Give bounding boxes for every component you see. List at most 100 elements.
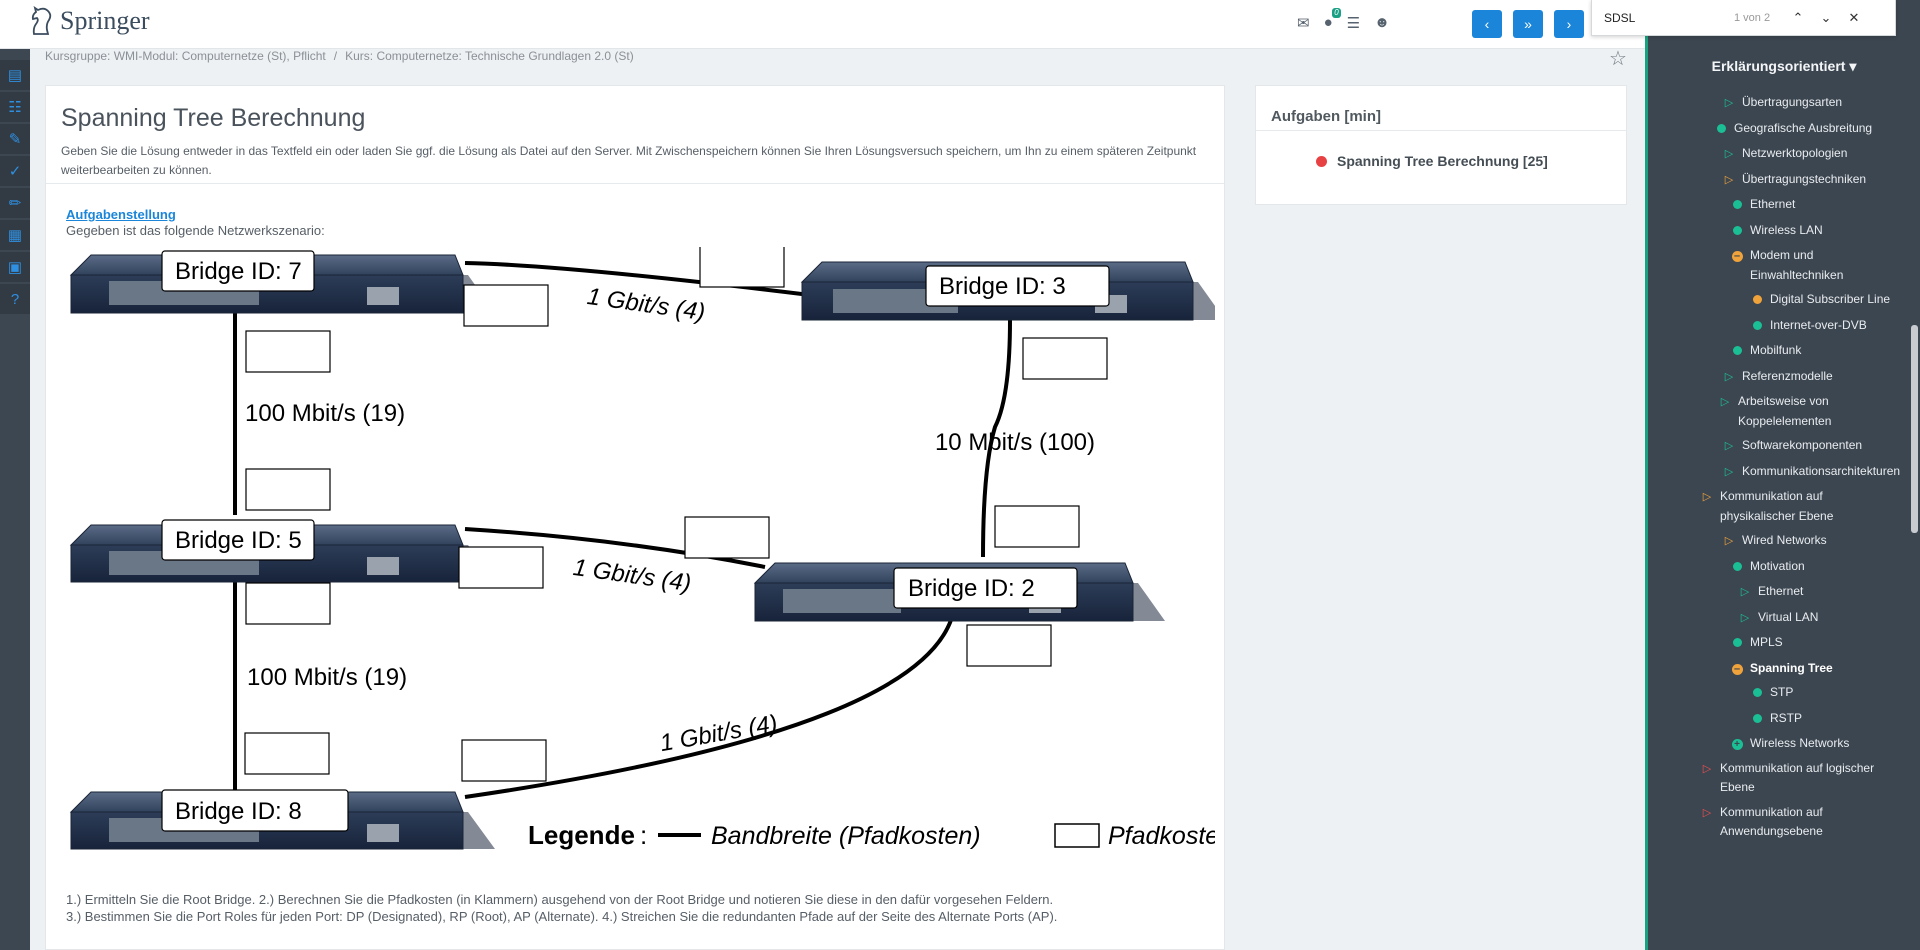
instruction-line: 1.) Ermitteln Sie die Root Bridge. 2.) B… (66, 892, 1054, 907)
sidebar-item[interactable]: – Modem und Einwahltechniken (1648, 241, 1920, 285)
path-cost-field[interactable] (244, 732, 330, 775)
sidebar-item[interactable]: RSTP (1648, 704, 1920, 730)
notifications-icon[interactable]: ● 0 (1324, 8, 1341, 32)
jump-down-button[interactable]: » (1513, 10, 1543, 38)
book-icon[interactable]: ▣ (0, 252, 30, 282)
previous-button[interactable]: ‹ (1472, 10, 1502, 38)
mail-icon[interactable]: ✉ (1297, 14, 1310, 32)
switch-bridge-2: Bridge ID: 2 (753, 562, 1165, 622)
sidebar-item[interactable]: ▷ Referenzmodelle (1648, 362, 1920, 388)
path-cost-field[interactable] (463, 284, 549, 327)
breadcrumb-course[interactable]: Kurs: Computernetze: Technische Grundlag… (345, 49, 634, 63)
sidebar-item-label: Netzwerktopologien (1742, 146, 1848, 160)
path-cost-field[interactable] (699, 247, 785, 288)
sidebar-item[interactable]: ▷ Ethernet (1648, 577, 1920, 603)
sidebar-item[interactable]: ▷ Virtual LAN (1648, 603, 1920, 629)
sidebar-item[interactable]: Geografische Ausbreitung (1648, 114, 1920, 140)
bridge-label: Bridge ID: 3 (939, 273, 1066, 300)
sidebar-item[interactable]: Mobilfunk (1648, 336, 1920, 362)
clipboard-check-icon[interactable]: ✓ (0, 156, 30, 186)
bridge-label: Bridge ID: 5 (175, 527, 302, 554)
dot-icon (1750, 290, 1764, 311)
sidebar-scrollbar[interactable] (1911, 325, 1918, 533)
find-count: 1 von 2 (1734, 11, 1771, 24)
find-input[interactable] (1604, 10, 1734, 25)
path-cost-field[interactable] (245, 330, 331, 373)
play-icon: ▷ (1740, 611, 1750, 624)
legend-colon: : (640, 820, 647, 850)
help-icon[interactable]: ? (0, 284, 30, 314)
play-icon: ▷ (1724, 440, 1734, 452)
path-cost-field[interactable] (684, 516, 770, 559)
switch-bridge-7: Bridge ID: 7 (69, 250, 495, 314)
play-icon: ▷ (1702, 762, 1712, 775)
sidebar-item[interactable]: ▷ Netzwerktopologien (1648, 139, 1920, 165)
path-cost-field[interactable] (245, 468, 331, 511)
plus-icon: + (1730, 734, 1744, 754)
path-cost-field[interactable] (245, 582, 331, 625)
dot-icon (1730, 221, 1744, 242)
list-icon[interactable]: ☰ (1347, 14, 1360, 32)
sidebar-tree: ▷ Übertragungsarten Geografische Ausbreitu… (1648, 88, 1920, 842)
sidebar-view-dropdown[interactable]: Erklärungsorientiert ▾ (1648, 58, 1920, 75)
find-close-icon[interactable]: ✕ (1840, 10, 1868, 26)
link-label: 100 Mbit/s (19) (247, 664, 407, 691)
legend: Legende : Bandbreite (Pfadkosten) Pfadko… (528, 820, 1215, 850)
sidebar-item[interactable]: + Wireless Networks (1648, 729, 1920, 754)
find-next-icon[interactable]: ⌄ (1812, 10, 1840, 26)
sidebar-item[interactable]: ▷ Arbeitsweise von Koppelelementen (1648, 387, 1920, 431)
sidebar-item[interactable]: ▷ Übertragungstechniken (1648, 165, 1920, 191)
sidebar-item[interactable]: ▷ Kommunikation auf Anwendungsebene (1648, 798, 1920, 842)
star-icon[interactable]: ☆ (1609, 46, 1627, 71)
sidebar-item[interactable]: ▷ Kommunikation auf logischer Ebene (1648, 754, 1920, 798)
network-diagram: Bridge ID: 7 Bridge ID: 3 Bridge ID: 5 B… (69, 247, 1215, 850)
sidebar-item[interactable]: ▷ Kommunikationsarchitekturen (1648, 457, 1920, 483)
document-icon[interactable]: ▤ (0, 60, 30, 90)
dot-icon (1730, 341, 1744, 362)
sidebar-item[interactable]: ▷ Wired Networks (1648, 526, 1920, 552)
dot-icon (1750, 683, 1764, 704)
divider (1256, 130, 1626, 131)
dot-icon (1730, 557, 1744, 578)
sidebar-item-label: Mobilfunk (1750, 343, 1802, 357)
sidebar-item-label: Wireless LAN (1750, 222, 1823, 237)
find-previous-icon[interactable]: ⌃ (1784, 10, 1812, 26)
play-icon: ▷ (1724, 370, 1734, 383)
sidebar-item[interactable]: MPLS (1648, 628, 1920, 654)
dot-icon (1730, 195, 1744, 216)
sidebar-item[interactable]: Ethernet (1648, 190, 1920, 216)
link-label: 1 Gbit/s (4) (571, 554, 692, 597)
sidebar-item[interactable]: ▷ Softwarekomponenten (1648, 431, 1920, 457)
task-card: Spanning Tree Berechnung Geben Sie die L… (45, 85, 1225, 950)
top-icons: ✉ ● 0 ☰ ☻ (1297, 8, 1390, 32)
path-cost-field[interactable] (1022, 337, 1108, 380)
play-icon: ▷ (1724, 535, 1734, 547)
pencil-icon[interactable]: ✏ (0, 188, 30, 218)
breadcrumb-group[interactable]: Kursgruppe: WMI-Modul: Computernetze (St… (45, 49, 326, 63)
edit-document-icon[interactable]: ✎ (0, 124, 30, 154)
sidebar-item[interactable]: ▷ Kommunikation auf physikalischer Ebene (1648, 482, 1920, 526)
sidebar-item[interactable]: Wireless LAN (1648, 216, 1920, 242)
springer-logo[interactable]: Springer (28, 6, 150, 36)
dictionary-icon[interactable]: ▦ (0, 220, 30, 250)
sidebar-item-label: Ethernet (1750, 197, 1796, 211)
next-button[interactable]: › (1554, 10, 1584, 38)
sidebar-item[interactable]: ▷ Übertragungsarten (1648, 88, 1920, 114)
sidebar-item[interactable]: – Spanning Tree (1648, 654, 1920, 679)
sidebar-item[interactable]: Motivation (1648, 552, 1920, 578)
path-cost-field[interactable] (461, 739, 547, 782)
task-link[interactable]: Spanning Tree Berechnung [25] (1316, 153, 1548, 169)
path-cost-field[interactable] (994, 505, 1080, 548)
sidebar-item[interactable]: Internet-over-DVB (1648, 311, 1920, 337)
sidebar-item[interactable]: STP (1648, 678, 1920, 704)
path-cost-field[interactable] (458, 546, 544, 589)
path-cost-field[interactable] (966, 624, 1052, 667)
users-icon[interactable]: ☻ (1374, 14, 1390, 32)
link-label: 10 Mbit/s (100) (935, 429, 1095, 456)
sidebar-item-label: Übertragungsarten (1742, 95, 1843, 109)
sidebar-item[interactable]: Digital Subscriber Line (1648, 285, 1920, 311)
network-icon[interactable]: ☷ (0, 92, 30, 122)
play-icon: ▷ (1724, 97, 1734, 109)
sidebar-item-label: Softwarekomponenten (1742, 438, 1863, 452)
knight-icon (31, 6, 52, 35)
